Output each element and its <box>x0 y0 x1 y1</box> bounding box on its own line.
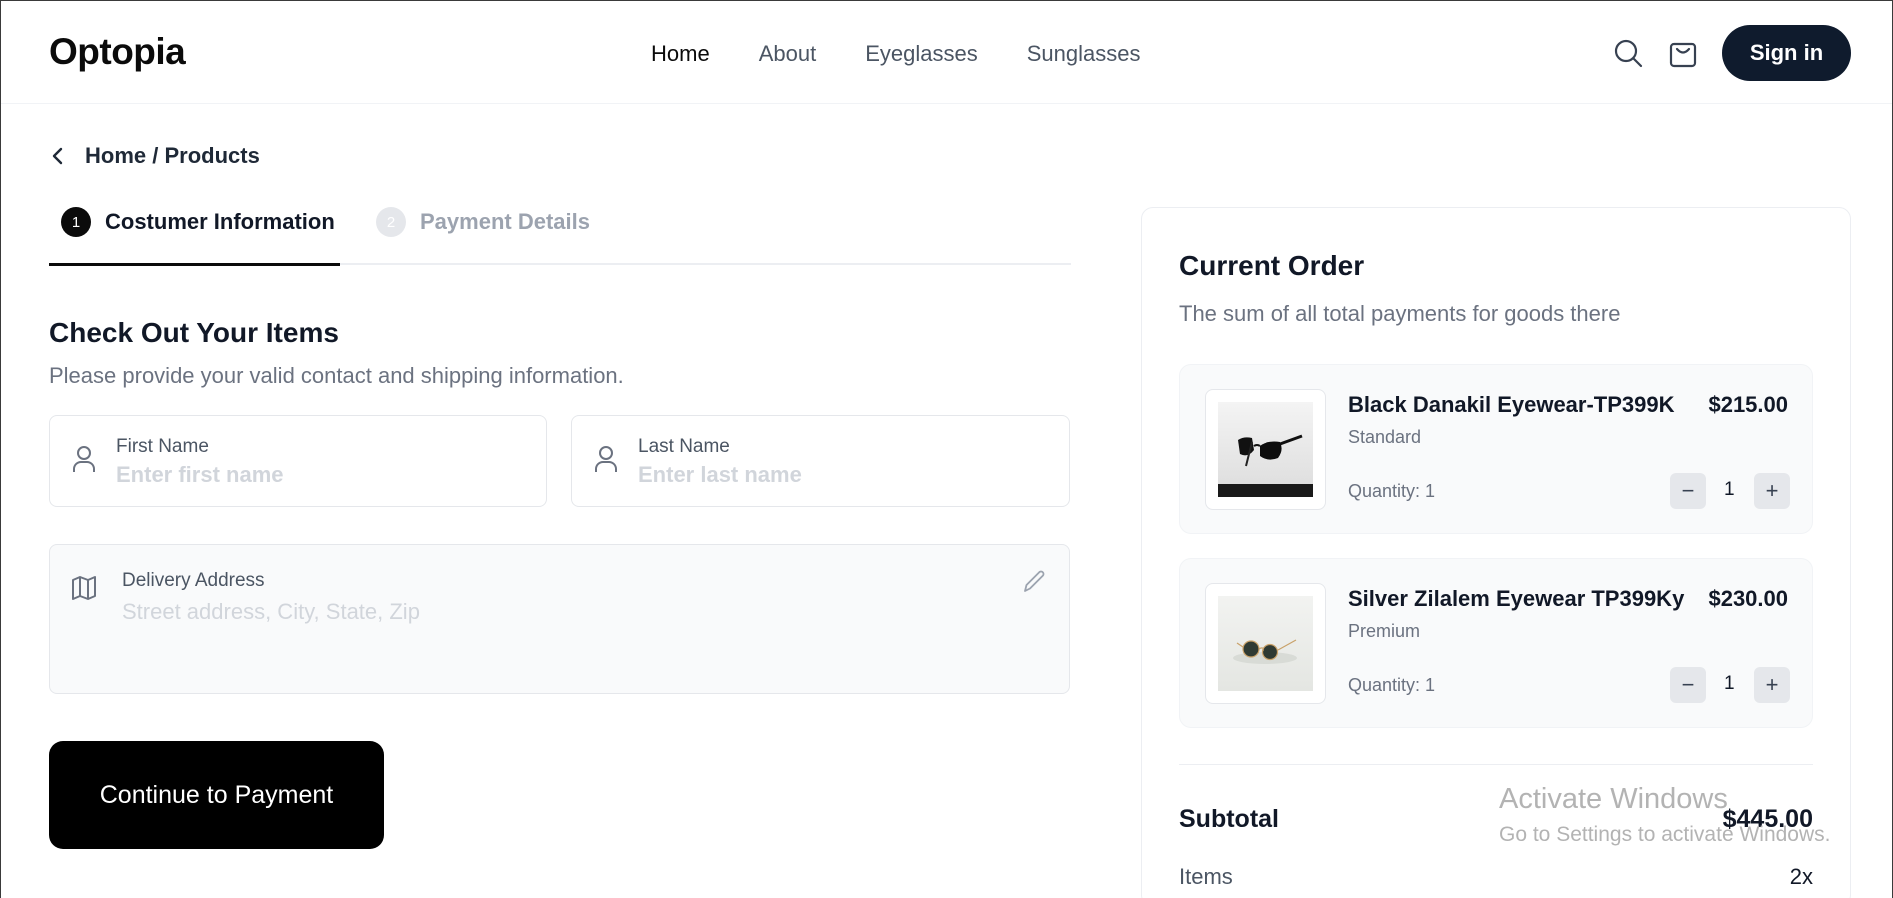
tab-costumer-information[interactable]: 1 Costumer Information <box>61 207 335 237</box>
shopping-bag-icon[interactable] <box>1668 38 1698 68</box>
quantity-label: Quantity: 1 <box>1348 675 1436 695</box>
active-step-indicator <box>49 263 340 266</box>
increase-quantity-button[interactable]: + <box>1754 667 1790 703</box>
quantity-value: 1 <box>1724 479 1735 500</box>
nav-home[interactable]: Home <box>651 41 710 67</box>
sunglasses-image <box>1218 596 1313 691</box>
user-icon <box>595 446 617 472</box>
last-name-field[interactable]: Last Name <box>571 415 1070 507</box>
activate-windows-watermark: Activate Windows <box>1499 783 1728 815</box>
search-icon[interactable] <box>1613 38 1643 68</box>
step-label: Payment Details <box>420 209 590 234</box>
logo[interactable]: Optopia <box>49 31 186 73</box>
breadcrumb-text: Home / Products <box>85 143 260 168</box>
subtotal-label: Subtotal <box>1179 805 1279 833</box>
order-title: Current Order <box>1179 250 1365 281</box>
continue-to-payment-button[interactable]: Continue to Payment <box>49 741 384 849</box>
increase-quantity-button[interactable]: + <box>1754 473 1790 509</box>
product-image <box>1205 583 1326 704</box>
user-icon <box>73 446 95 472</box>
product-tier: Premium <box>1348 621 1421 641</box>
nav-sunglasses[interactable]: Sunglasses <box>1027 41 1141 67</box>
top-navbar: Optopia Home About Eyeglasses Sunglasses… <box>1 1 1892 104</box>
form-subheading: Please provide your valid contact and sh… <box>49 363 624 388</box>
product-price: $230.00 <box>1708 586 1788 611</box>
tab-payment-details[interactable]: 2 Payment Details <box>376 207 590 237</box>
last-name-label: Last Name <box>638 436 730 457</box>
first-name-input[interactable] <box>116 462 496 488</box>
order-item: Black Danakil Eyewear-TP399K Standard $2… <box>1179 364 1813 534</box>
product-name: Black Danakil Eyewear-TP399K <box>1348 392 1675 417</box>
current-order-card: Current Order The sum of all total payme… <box>1141 207 1851 898</box>
divider <box>1179 764 1813 765</box>
delivery-address-field[interactable]: Delivery Address <box>49 544 1070 694</box>
step-number: 2 <box>376 207 406 237</box>
sunglasses-image <box>1218 402 1313 497</box>
step-number: 1 <box>61 207 91 237</box>
delivery-address-input[interactable] <box>122 599 922 625</box>
items-label: Items <box>1179 864 1233 889</box>
chevron-left-icon <box>52 147 63 165</box>
product-tier: Standard <box>1348 427 1422 447</box>
first-name-field[interactable]: First Name <box>49 415 547 507</box>
quantity-label: Quantity: 1 <box>1348 481 1436 501</box>
nav-about[interactable]: About <box>759 41 817 67</box>
product-name: Silver Zilalem Eyewear TP399Ky <box>1348 586 1685 611</box>
step-label: Costumer Information <box>105 209 335 234</box>
activate-windows-hint: Go to Settings to activate Windows. <box>1499 823 1831 846</box>
quantity-value: 1 <box>1724 673 1735 694</box>
delivery-address-label: Delivery Address <box>122 570 265 591</box>
order-description: The sum of all total payments for goods … <box>1179 301 1621 326</box>
checkout-steps: 1 Costumer Information 2 Payment Details <box>49 201 1071 266</box>
breadcrumb[interactable]: Home / Products <box>51 143 260 169</box>
form-heading: Check Out Your Items <box>49 317 339 348</box>
sign-in-button[interactable]: Sign in <box>1722 25 1851 81</box>
product-image <box>1205 389 1326 510</box>
decrease-quantity-button[interactable]: − <box>1670 473 1706 509</box>
first-name-label: First Name <box>116 436 209 457</box>
last-name-input[interactable] <box>638 462 1018 488</box>
nav-eyeglasses[interactable]: Eyeglasses <box>865 41 978 67</box>
pencil-icon[interactable] <box>1021 569 1047 595</box>
order-item: Silver Zilalem Eyewear TP399Ky Premium $… <box>1179 558 1813 728</box>
product-price: $215.00 <box>1708 392 1788 417</box>
decrease-quantity-button[interactable]: − <box>1670 667 1706 703</box>
main-nav: Home About Eyeglasses Sunglasses <box>651 41 1189 67</box>
items-count: 2x <box>1789 864 1813 889</box>
map-icon <box>72 576 96 600</box>
